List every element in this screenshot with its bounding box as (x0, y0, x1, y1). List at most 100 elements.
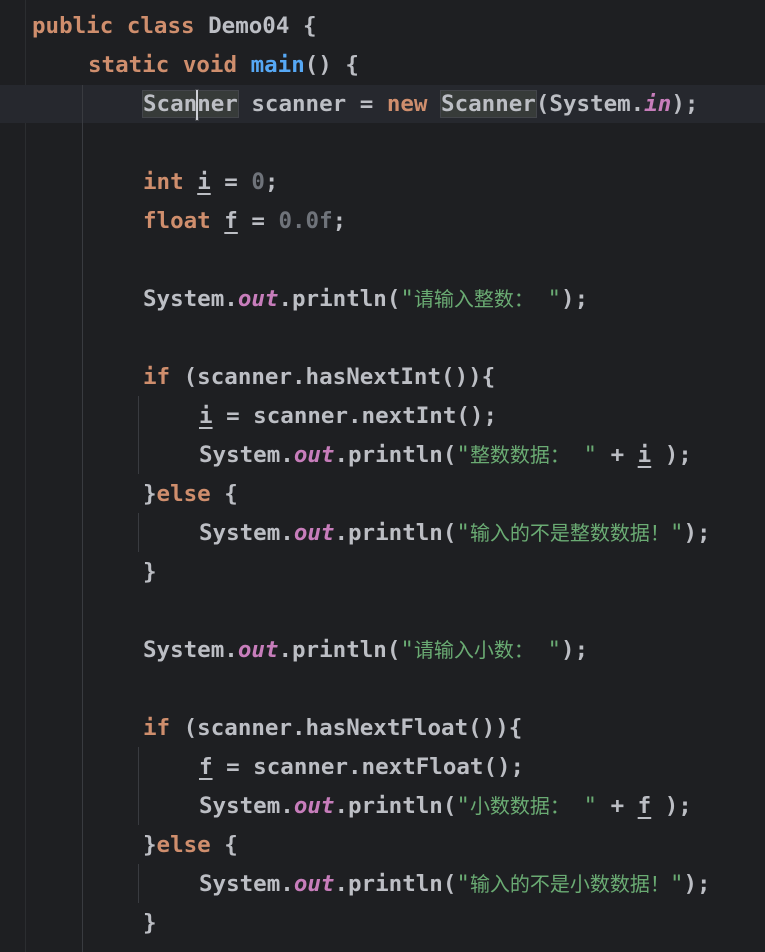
code-line-5[interactable]: int i = 0; (143, 163, 278, 202)
code-line-13[interactable]: }else { (143, 475, 238, 514)
code-text: System. (199, 793, 294, 819)
local-variable: f (224, 208, 238, 234)
code-text: (System. (535, 91, 645, 117)
string-quote: " (456, 442, 470, 468)
static-field: out (237, 286, 279, 312)
number-literal: 0.0f (278, 208, 333, 234)
code-text: .println( (334, 520, 457, 546)
string-quote: " (400, 637, 414, 663)
code-text: System. (199, 442, 294, 468)
local-variable: i (199, 403, 213, 429)
number-literal: 0 (251, 169, 265, 195)
code-text: .println( (278, 637, 401, 663)
code-text: ); (683, 520, 711, 546)
code-text: { (210, 481, 238, 507)
code-text: (scanner.hasNextFloat()){ (183, 715, 523, 741)
keyword: class (126, 13, 195, 39)
static-field: out (237, 637, 279, 663)
string-quote: " (533, 286, 562, 312)
code-text: ); (683, 871, 711, 897)
indent-guide (138, 747, 139, 825)
code-line-24[interactable]: } (143, 904, 157, 943)
code-text: ); (651, 793, 692, 819)
keyword: if (143, 715, 171, 741)
code-line-6[interactable]: float f = 0.0f; (143, 202, 346, 241)
code-text: .println( (334, 793, 457, 819)
code-editor[interactable]: public class Demo04 { static void main()… (0, 0, 765, 952)
indent-guide (138, 396, 139, 474)
operator: = (251, 208, 265, 234)
code-line-3[interactable]: Scanner scanner = new Scanner(System.in)… (142, 85, 699, 124)
static-field: out (293, 442, 335, 468)
code-text: .println( (278, 286, 401, 312)
code-line-23[interactable]: System.out.println("输入的不是小数数据！"); (199, 865, 711, 904)
indent-guide (138, 513, 139, 552)
local-variable: i (637, 442, 652, 468)
code-text: System. (199, 871, 294, 897)
code-line-8[interactable]: System.out.println("请输入整数： "); (143, 280, 588, 319)
code-text: ); (651, 442, 692, 468)
indent-guide (82, 85, 83, 952)
string-literal: 请输入整数： (413, 287, 534, 311)
code-text: () { (304, 52, 359, 78)
type-text: Scan (143, 91, 198, 117)
brace: } (143, 559, 157, 585)
code-line-22[interactable]: }else { (143, 826, 238, 865)
code-line-15[interactable]: } (143, 553, 157, 592)
keyword: static (88, 52, 170, 78)
keyword: new (386, 91, 428, 117)
code-text: ; (264, 169, 279, 195)
gutter-divider (25, 0, 26, 952)
brace: } (143, 832, 157, 858)
keyword: else (156, 481, 211, 507)
local-variable: f (199, 754, 213, 780)
type-reference-highlighted[interactable]: Scanner (142, 89, 239, 120)
string-literal: 请输入小数： (413, 638, 534, 662)
code-text: .println( (334, 442, 457, 468)
string-literal: 整数数据： (469, 443, 570, 467)
code-line-10[interactable]: if (scanner.hasNextInt()){ (143, 358, 495, 397)
string-quote: " (456, 793, 470, 819)
static-field: out (293, 520, 335, 546)
code-line-12[interactable]: System.out.println("整数数据： " + i ); (199, 436, 692, 475)
local-variable: i (197, 169, 211, 195)
code-line-11[interactable]: i = scanner.nextInt(); (199, 397, 497, 436)
code-line-19[interactable]: if (scanner.hasNextFloat()){ (143, 709, 522, 748)
code-text: ; (332, 208, 347, 234)
string-quote: " (669, 520, 684, 546)
brace: } (143, 481, 157, 507)
code-line-1[interactable]: public class Demo04 { (32, 7, 316, 46)
code-text: ); (561, 637, 589, 663)
string-quote: " (669, 871, 684, 897)
string-literal: 输入的不是小数数据！ (469, 872, 670, 896)
static-field: out (293, 793, 335, 819)
code-line-17[interactable]: System.out.println("请输入小数： "); (143, 631, 588, 670)
string-quote: " (569, 442, 598, 468)
variable: scanner (251, 91, 347, 117)
code-line-2[interactable]: static void main() { (88, 46, 359, 85)
class-name: Demo04 (208, 13, 290, 39)
keyword: else (156, 832, 211, 858)
indent-guide (138, 864, 139, 903)
code-line-14[interactable]: System.out.println("输入的不是整数数据！"); (199, 514, 711, 553)
brace: { (302, 13, 317, 39)
operator: = (224, 169, 238, 195)
code-line-21[interactable]: System.out.println("小数数据： " + f ); (199, 787, 692, 826)
operator: + (597, 793, 638, 819)
operator: = (359, 91, 374, 117)
code-line-20[interactable]: f = scanner.nextFloat(); (199, 748, 524, 787)
string-quote: " (569, 793, 598, 819)
string-literal: 小数数据： (469, 794, 570, 818)
code-text: = scanner.nextInt(); (212, 403, 498, 429)
code-text: { (210, 832, 238, 858)
keyword: void (182, 52, 238, 78)
keyword: public (32, 13, 114, 39)
code-text: System. (143, 286, 238, 312)
type-reference-highlighted[interactable]: Scanner (440, 90, 537, 118)
code-text: = scanner.nextFloat(); (212, 754, 525, 780)
string-quote: " (456, 871, 470, 897)
type-text: ner (197, 91, 238, 117)
code-text: (scanner.hasNextInt()){ (183, 364, 496, 390)
string-quote: " (533, 637, 562, 663)
code-text: ); (671, 91, 699, 117)
